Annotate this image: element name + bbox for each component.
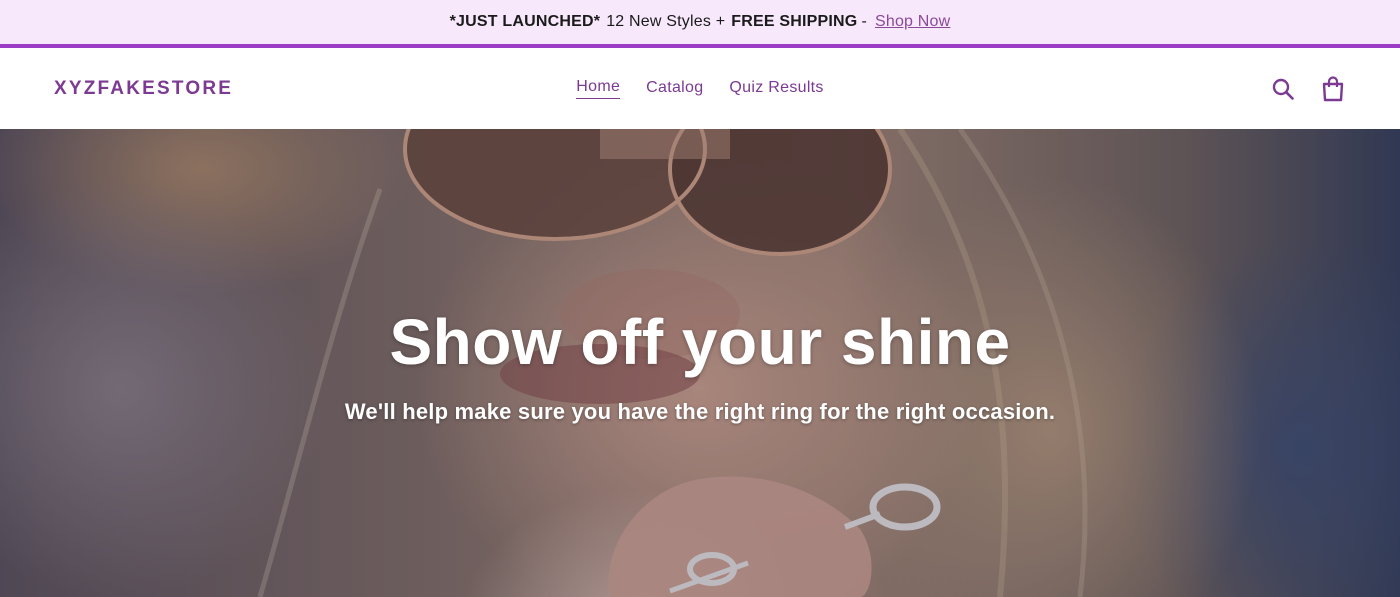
store-logo[interactable]: XYZFAKESTORE: [54, 78, 233, 100]
nav-home[interactable]: Home: [576, 78, 621, 99]
hero-banner: Show off your shine We'll help make sure…: [0, 129, 1400, 597]
search-icon[interactable]: [1270, 76, 1296, 102]
cart-icon[interactable]: [1320, 75, 1346, 102]
announcement-launch-text: *JUST LAUNCHED*: [449, 13, 601, 30]
nav-catalog[interactable]: Catalog: [646, 79, 703, 99]
announcement-separator: -: [861, 13, 867, 30]
shop-now-link[interactable]: Shop Now: [875, 13, 950, 31]
hero-title: Show off your shine: [389, 306, 1011, 378]
header-icons: [1270, 75, 1346, 102]
hero-text: Show off your shine We'll help make sure…: [0, 305, 1400, 425]
announcement-bar: *JUST LAUNCHED* 12 New Styles + FREE SHI…: [0, 0, 1400, 48]
hero-subtitle: We'll help make sure you have the right …: [344, 399, 1056, 424]
announcement-styles-text: 12 New Styles +: [606, 13, 726, 30]
site-header: XYZFAKESTORE Home Catalog Quiz Results: [0, 48, 1400, 129]
nav-quiz-results[interactable]: Quiz Results: [729, 79, 823, 99]
announcement-shipping-text: FREE SHIPPING: [731, 13, 858, 30]
